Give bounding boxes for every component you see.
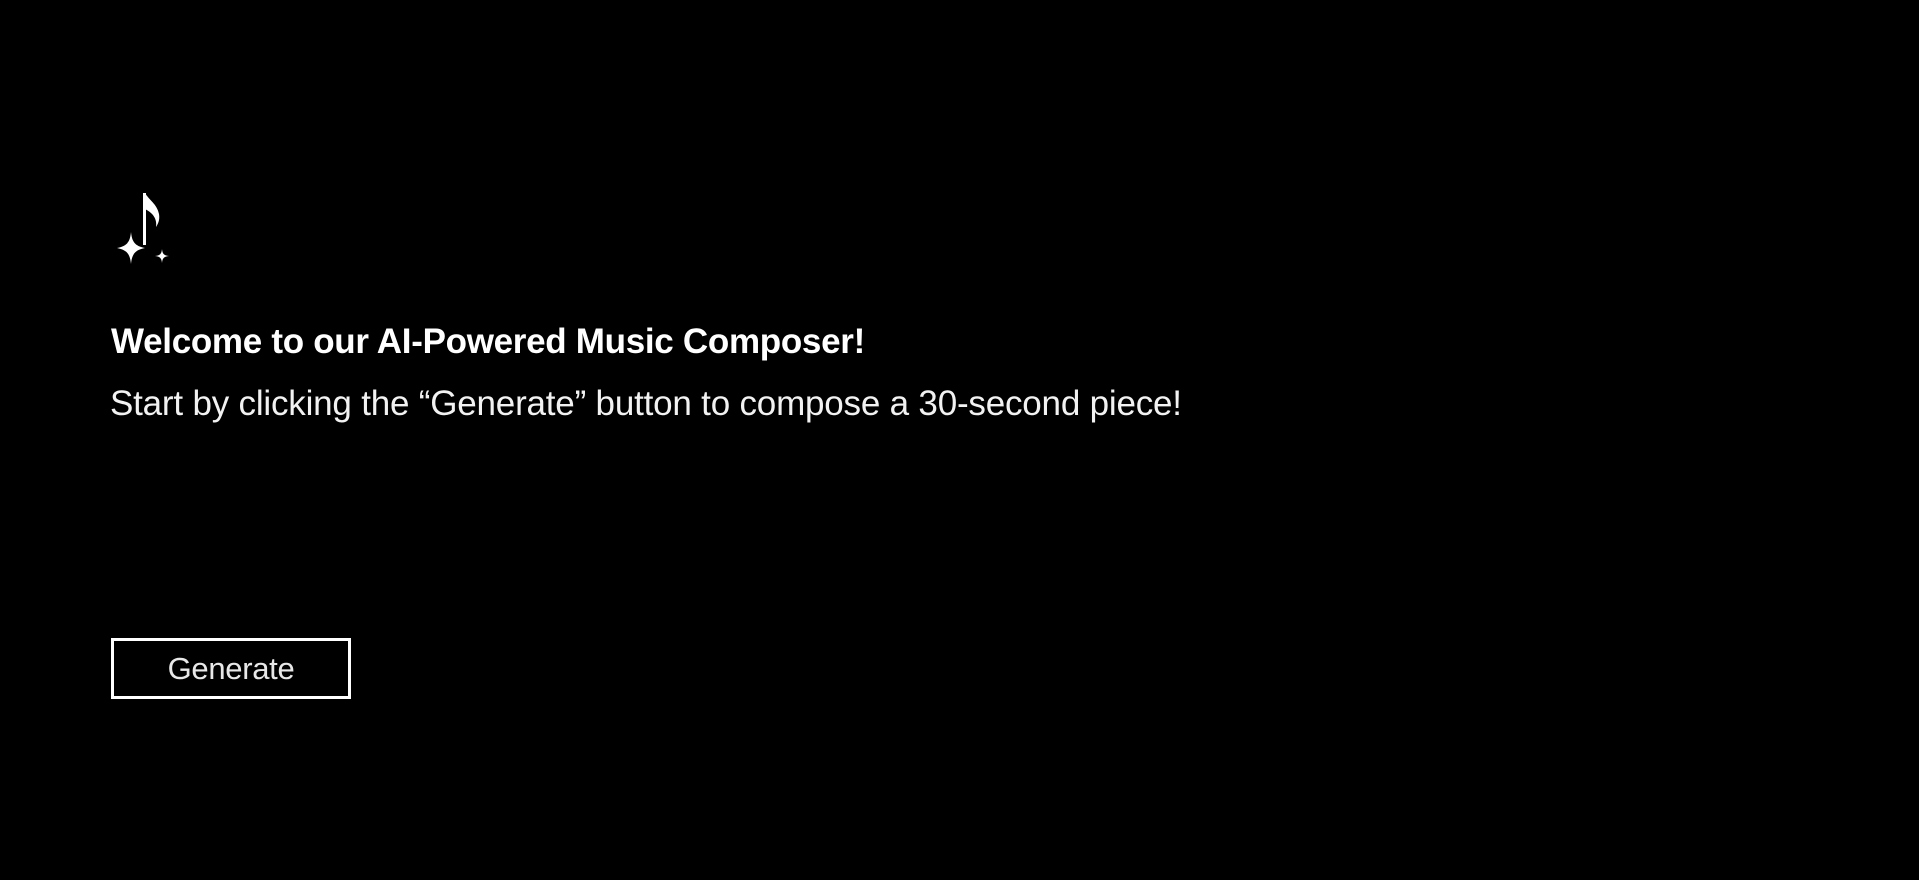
generate-button[interactable]: Generate bbox=[111, 638, 351, 699]
instruction-text: Start by clicking the “Generate” button … bbox=[110, 384, 1182, 423]
music-note-sparkle-icon bbox=[113, 190, 173, 270]
page-title: Welcome to our AI-Powered Music Composer… bbox=[111, 322, 865, 361]
page: Welcome to our AI-Powered Music Composer… bbox=[0, 0, 1919, 880]
